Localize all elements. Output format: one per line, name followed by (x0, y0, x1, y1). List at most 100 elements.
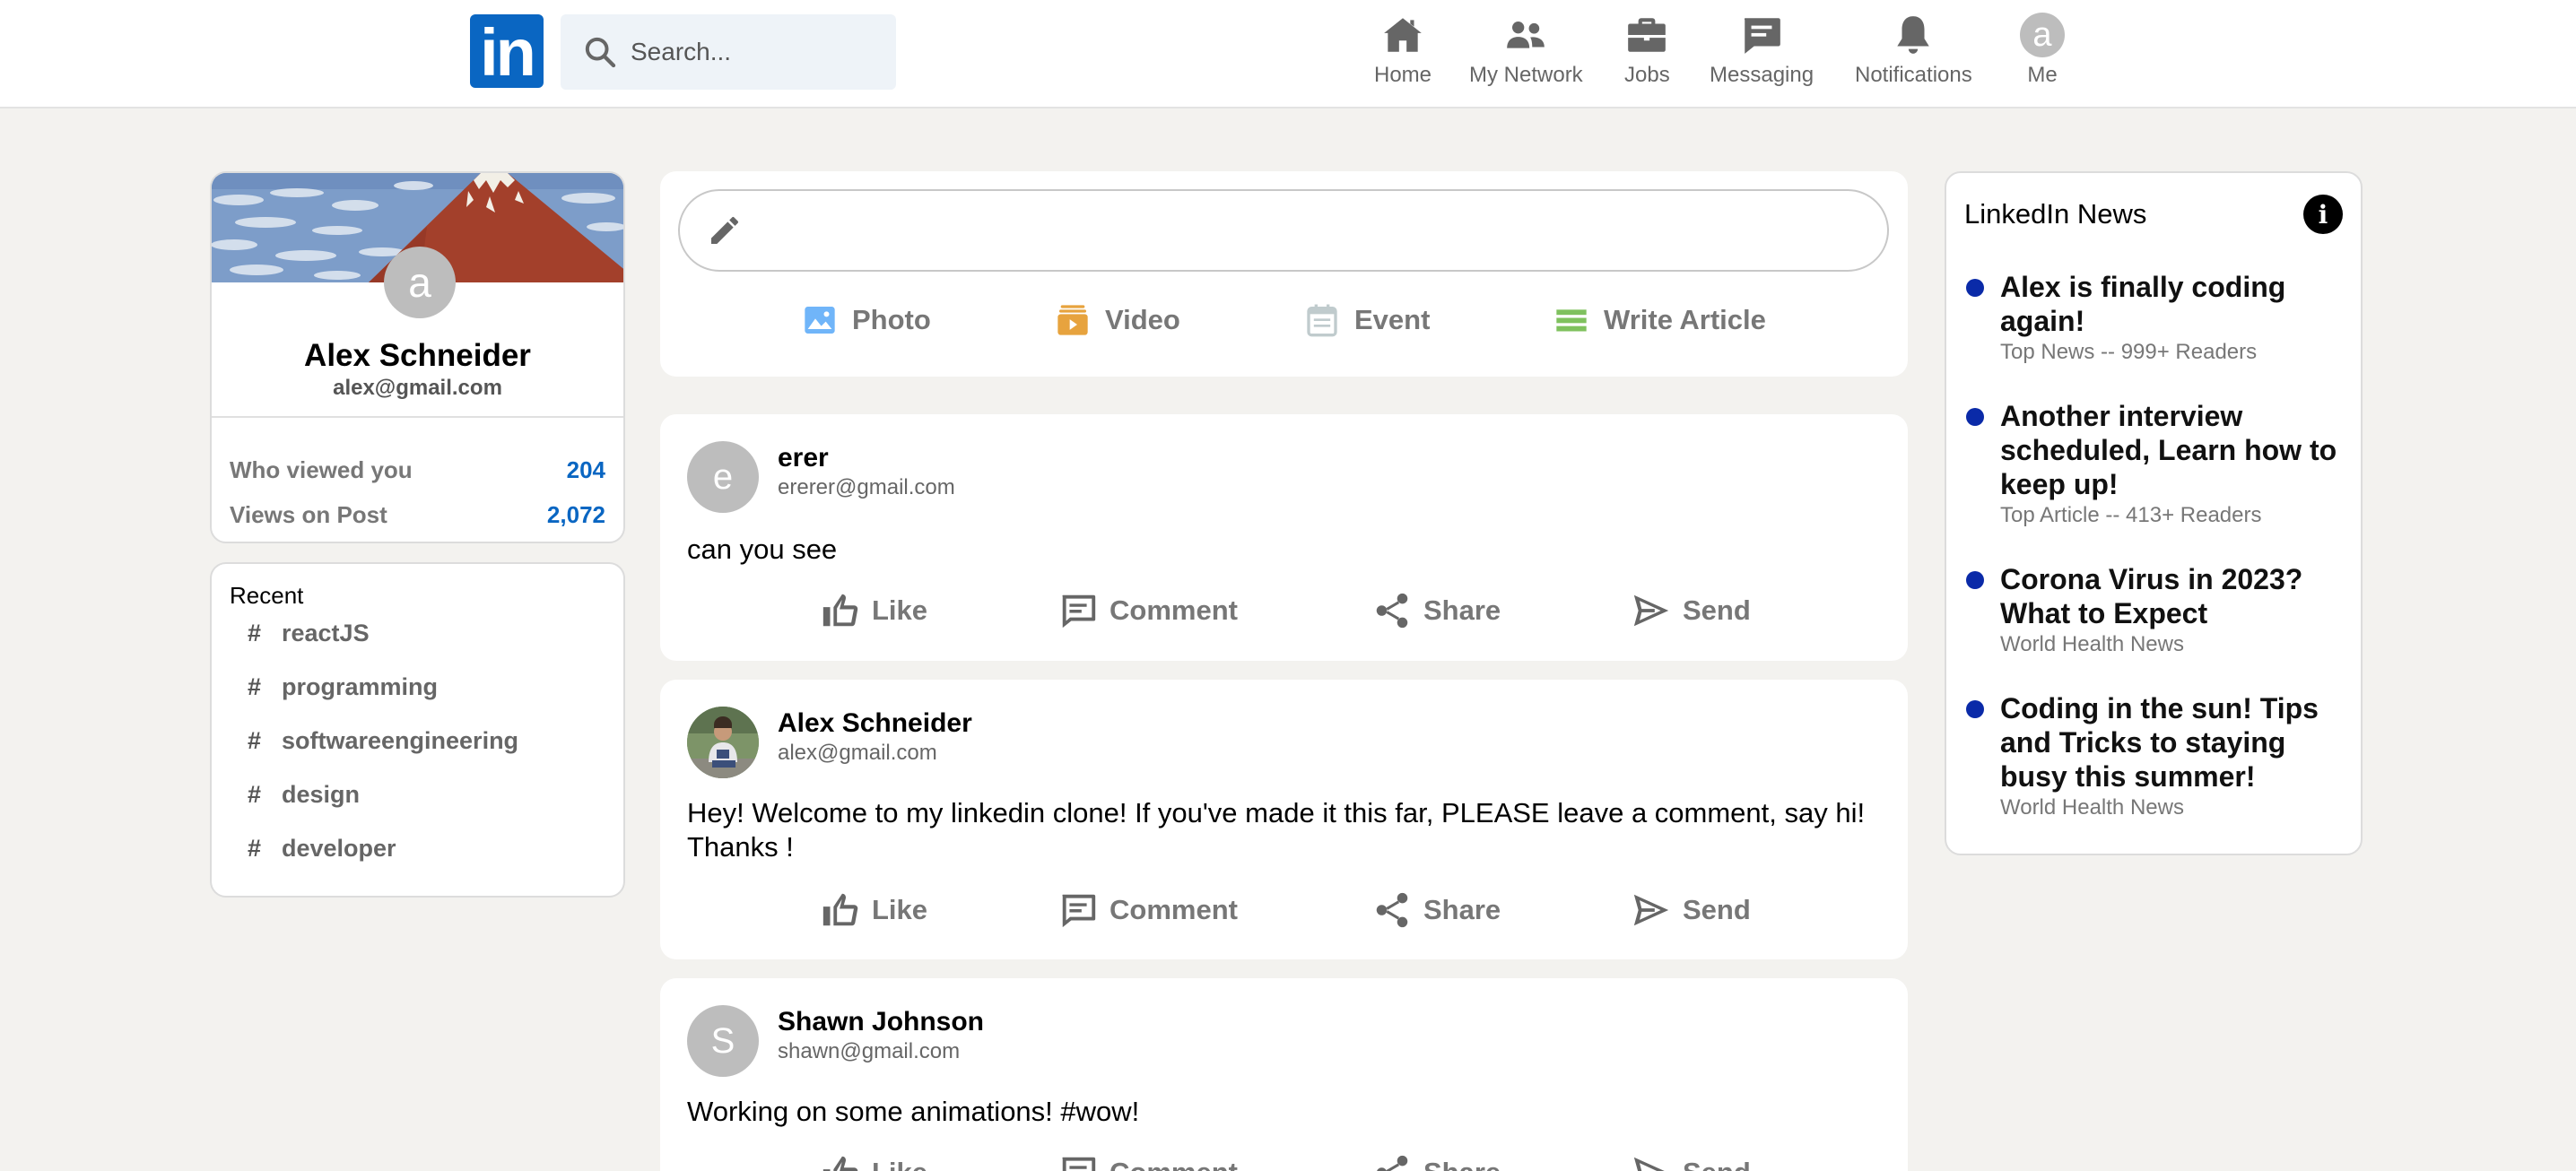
send-label: Send (1683, 1157, 1751, 1171)
comment-button[interactable]: Comment (1057, 590, 1238, 631)
news-item[interactable]: Alex is finally coding again! Top News -… (1966, 270, 2350, 365)
stat-value: 204 (566, 456, 605, 483)
share-article-label: Write Article (1604, 304, 1766, 335)
bullet-icon (1966, 279, 1984, 297)
share-video-button[interactable]: Video (1055, 302, 1180, 338)
share-video-label: Video (1105, 304, 1180, 335)
home-icon (1384, 18, 1422, 52)
nav-notifications-label: Notifications (1855, 63, 1972, 87)
top-nav-bar: in Home My Network Jobs Messaging Notifi… (0, 0, 2576, 108)
send-button[interactable]: Send (1631, 1152, 1751, 1171)
send-label: Send (1683, 894, 1751, 925)
bullet-icon (1966, 408, 1984, 426)
info-icon[interactable]: i (2303, 195, 2343, 234)
post-author-email: alex@gmail.com (778, 741, 937, 765)
hashtag-icon: # (248, 620, 262, 646)
stat-who-viewed[interactable]: Who viewed you 204 (230, 456, 605, 484)
news-meta: Top Article -- 413+ Readers (2000, 503, 2262, 527)
send-icon (1633, 894, 1669, 926)
news-headline: Alex is finally coding again! (2000, 271, 2286, 337)
bell-icon (1897, 16, 1930, 54)
post-author[interactable]: Shawn Johnson (778, 1007, 984, 1037)
nav-my-network[interactable]: My Network (1469, 13, 1583, 88)
nav-messaging[interactable]: Messaging (1710, 13, 1814, 88)
share-button[interactable]: Share (1371, 889, 1501, 931)
post-author-email: ererer@gmail.com (778, 475, 955, 499)
comment-button[interactable]: Comment (1057, 1152, 1238, 1171)
comment-button[interactable]: Comment (1057, 889, 1238, 931)
send-button[interactable]: Send (1631, 889, 1751, 931)
nav-me[interactable]: a Me (2020, 13, 2065, 88)
comment-label: Comment (1110, 894, 1238, 925)
message-icon (1745, 18, 1780, 54)
send-button[interactable]: Send (1631, 590, 1751, 631)
thumbs-up-icon (822, 594, 858, 627)
share-event-button[interactable]: Event (1304, 302, 1430, 338)
share-event-label: Event (1354, 304, 1431, 335)
share-article-button[interactable]: Write Article (1553, 302, 1766, 338)
recent-item-softwareengineering[interactable]: # softwareengineering (248, 727, 518, 755)
news-meta: Top News -- 999+ Readers (2000, 340, 2258, 364)
share-icon (1376, 892, 1408, 928)
news-item[interactable]: Another interview scheduled, Learn how t… (1966, 399, 2350, 528)
recent-item-label: reactJS (282, 620, 370, 646)
like-button[interactable]: Like (820, 1152, 927, 1171)
profile-divider (212, 416, 623, 418)
stat-views-on-post[interactable]: Views on Post 2,072 (230, 501, 605, 529)
like-button[interactable]: Like (820, 889, 927, 931)
nav-jobs[interactable]: Jobs (1624, 13, 1670, 88)
share-button[interactable]: Share (1371, 590, 1501, 631)
post-avatar-photo[interactable] (687, 707, 759, 778)
logo-text: in (480, 15, 536, 90)
recent-item-label: design (282, 781, 361, 808)
like-button[interactable]: Like (820, 590, 927, 631)
briefcase-icon (1628, 18, 1667, 52)
bullet-icon (1966, 571, 1984, 589)
search-input[interactable] (631, 38, 882, 66)
share-label: Share (1423, 1157, 1501, 1171)
post-text: Working on some animations! #wow! (687, 1096, 1140, 1127)
hashtag-icon: # (248, 781, 262, 808)
recent-item-label: softwareengineering (282, 727, 519, 754)
nav-notifications[interactable]: Notifications (1855, 13, 1972, 88)
profile-avatar[interactable]: a (384, 247, 456, 318)
network-icon (1507, 22, 1545, 48)
share-photo-button[interactable]: Photo (802, 302, 931, 338)
send-label: Send (1683, 594, 1751, 626)
post-card: Alex Schneider alex@gmail.com Hey! Welco… (660, 680, 1908, 959)
send-icon (1633, 594, 1669, 627)
stat-label: Who viewed you (230, 456, 413, 483)
nav-jobs-label: Jobs (1624, 63, 1670, 87)
news-title: LinkedIn News (1964, 198, 2147, 230)
recent-item-developer[interactable]: # developer (248, 835, 396, 863)
post-avatar[interactable]: S (687, 1005, 759, 1077)
share-button[interactable]: Share (1371, 1152, 1501, 1171)
news-item[interactable]: Coding in the sun! Tips and Tricks to st… (1966, 691, 2350, 820)
like-label: Like (872, 1157, 927, 1171)
recent-item-reactjs[interactable]: # reactJS (248, 620, 370, 647)
recent-item-design[interactable]: # design (248, 781, 360, 809)
start-post-input[interactable] (678, 189, 1889, 272)
me-avatar: a (2020, 13, 2065, 57)
thumbs-up-icon (822, 893, 858, 926)
post-avatar[interactable]: e (687, 441, 759, 513)
hashtag-icon: # (248, 727, 262, 754)
search-bar[interactable] (561, 14, 896, 90)
comment-icon (1062, 1157, 1096, 1171)
send-icon (1633, 1157, 1665, 1171)
news-headline: Coding in the sun! Tips and Tricks to st… (2000, 692, 2319, 793)
post-card: S Shawn Johnson shawn@gmail.com Working … (660, 978, 1908, 1171)
profile-card: a Alex Schneider alex@gmail.com Who view… (210, 171, 625, 543)
profile-name[interactable]: Alex Schneider (212, 338, 623, 374)
hashtag-icon: # (248, 673, 262, 700)
post-author[interactable]: erer (778, 443, 829, 473)
search-icon (585, 37, 616, 68)
recent-item-programming[interactable]: # programming (248, 673, 438, 701)
nav-me-label: Me (2027, 63, 2058, 87)
post-author[interactable]: Alex Schneider (778, 708, 972, 739)
nav-home[interactable]: Home (1374, 13, 1432, 88)
post-text: Hey! Welcome to my linkedin clone! If yo… (687, 797, 1866, 863)
photo-icon (805, 307, 835, 334)
linkedin-logo[interactable]: in (470, 14, 544, 88)
news-item[interactable]: Corona Virus in 2023? What to Expect Wor… (1966, 562, 2350, 657)
